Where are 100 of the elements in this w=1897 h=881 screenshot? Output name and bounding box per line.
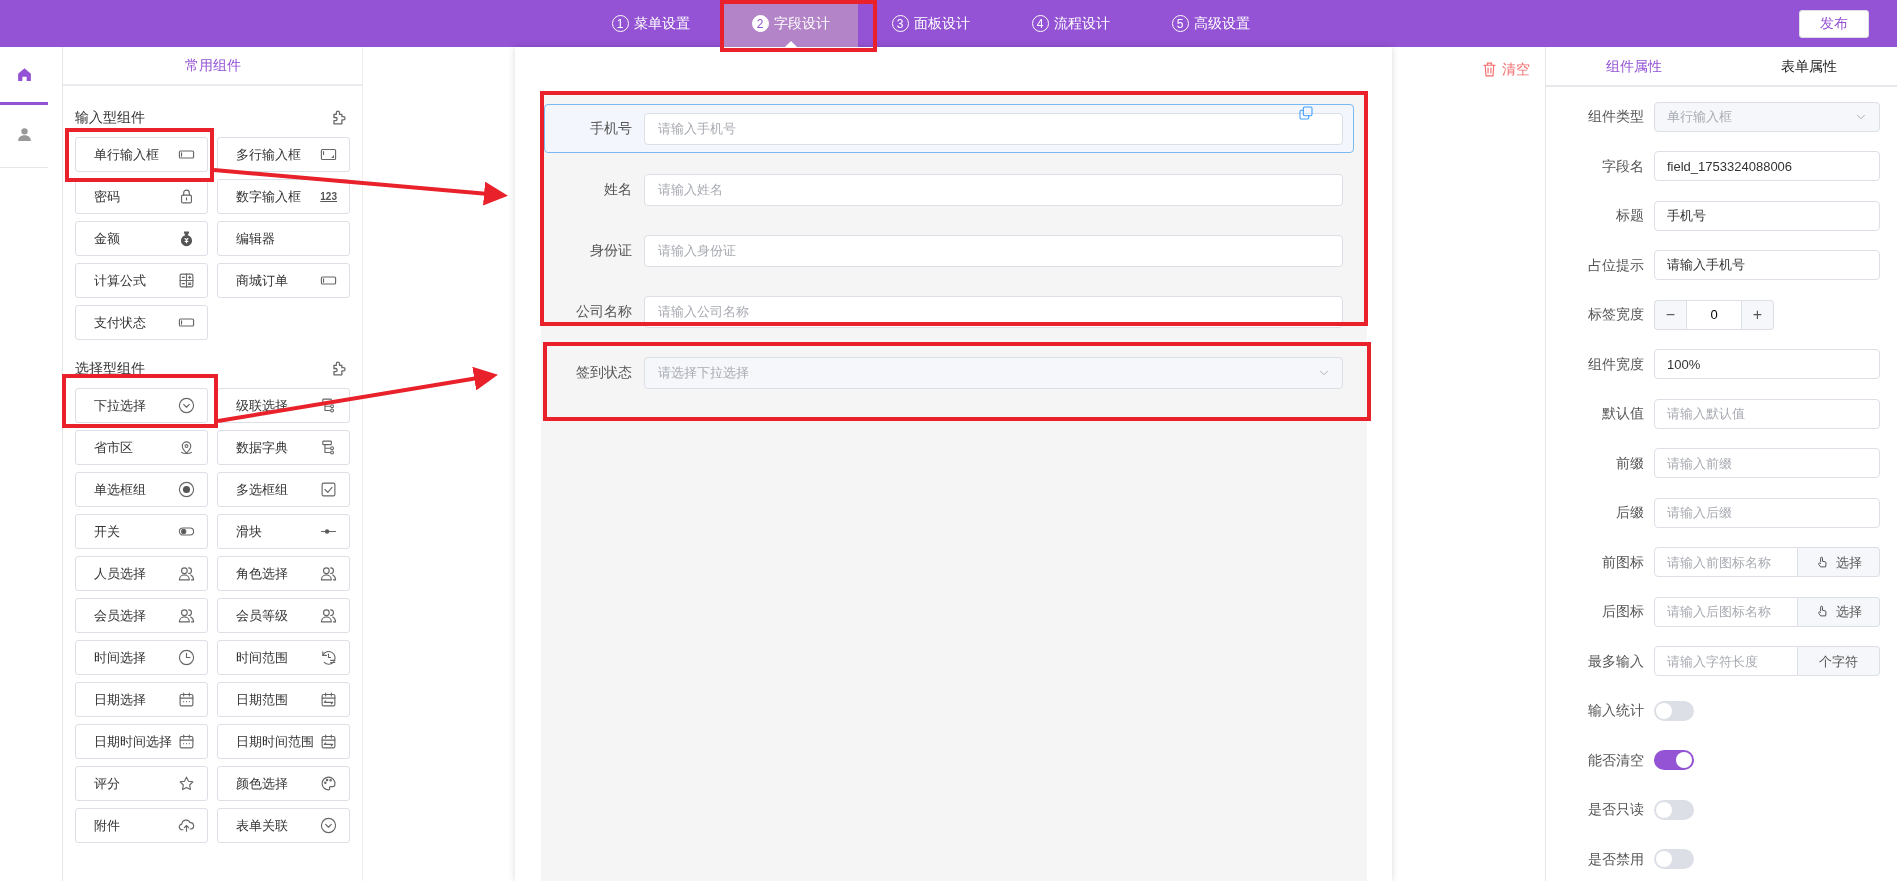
toggle-switch[interactable]	[1654, 750, 1694, 771]
minus-button[interactable]: −	[1654, 299, 1686, 330]
checkbox-icon	[320, 481, 337, 498]
component-item[interactable]: 多行输入框	[217, 137, 350, 172]
panel-title: 常用组件	[63, 47, 362, 86]
property-label: 前缀	[1615, 453, 1644, 473]
component-item[interactable]: 会员等级	[217, 598, 350, 633]
textarea-icon	[320, 146, 337, 163]
panel-tab[interactable]: 表单属性	[1721, 47, 1897, 85]
selected-field-frame[interactable]: 手机号 请输入手机号	[544, 104, 1354, 153]
user-icon	[15, 126, 33, 143]
component-item[interactable]: 日期范围	[217, 682, 350, 717]
input-field[interactable]: field_1753324088006	[1654, 151, 1880, 182]
component-item[interactable]: 数据字典	[217, 430, 350, 465]
input-field[interactable]: 请输入前图标名称	[1654, 547, 1798, 578]
property-label: 输入统计	[1587, 701, 1644, 721]
select-button[interactable]: 选择	[1798, 596, 1880, 627]
radio-icon	[178, 481, 195, 498]
input-field[interactable]: 请输入手机号	[644, 112, 1343, 145]
component-item[interactable]: 时间选择	[75, 640, 208, 675]
property-label: 标题	[1615, 206, 1644, 226]
input-field[interactable]: 请输入前缀	[1654, 448, 1880, 479]
component-item[interactable]: 角色选择	[217, 556, 350, 591]
component-item[interactable]: 单选框组	[75, 472, 208, 507]
component-item[interactable]: 下拉选择	[75, 388, 208, 423]
property-label: 组件类型	[1587, 107, 1644, 127]
money-bag-icon	[178, 230, 195, 247]
plus-button[interactable]: +	[1742, 299, 1774, 330]
input-field[interactable]: 请输入手机号	[1654, 250, 1880, 281]
component-item[interactable]: 单行输入框	[75, 137, 208, 172]
property-label: 默认值	[1601, 404, 1644, 424]
history-icon	[320, 649, 337, 666]
chevron-circle-icon	[178, 397, 195, 414]
input-field[interactable]: 手机号	[1654, 200, 1880, 231]
calendar-icon	[178, 691, 195, 708]
component-item[interactable]: 商城订单	[217, 263, 350, 298]
component-item[interactable]: 省市区	[75, 430, 208, 465]
component-item[interactable]: 计算公式	[75, 263, 208, 298]
property-label: 字段名	[1601, 156, 1644, 176]
field-label: 手机号	[589, 119, 633, 138]
component-item[interactable]: 数字输入框 123	[217, 179, 350, 214]
component-item[interactable]: 支付状态	[75, 305, 208, 340]
publish-button[interactable]: 发布	[1799, 9, 1869, 38]
form-field-row[interactable]: 姓名 请输入姓名	[544, 165, 1354, 214]
input-field[interactable]: 请输入后缀	[1654, 497, 1880, 528]
component-item[interactable]: 人员选择	[75, 556, 208, 591]
input-field[interactable]: 100%	[1654, 349, 1880, 380]
component-item[interactable]: 会员选择	[75, 598, 208, 633]
component-item[interactable]: 时间范围	[217, 640, 350, 675]
palette-icon	[320, 775, 337, 792]
property-label: 后缀	[1615, 503, 1644, 523]
component-item[interactable]: 日期选择	[75, 682, 208, 717]
property-label: 标签宽度	[1587, 305, 1644, 325]
input-field[interactable]: 请输入后图标名称	[1654, 596, 1798, 627]
form-field-row[interactable]: 身份证 请输入身份证	[544, 226, 1354, 275]
property-label: 是否禁用	[1587, 849, 1644, 869]
component-item[interactable]: 开关	[75, 514, 208, 549]
component-item[interactable]: 颜色选择	[217, 766, 350, 801]
field-label: 姓名	[603, 180, 633, 199]
field-label: 公司名称	[575, 302, 633, 321]
group-heading: 输入型组件	[75, 107, 145, 127]
tree-icon	[320, 397, 337, 414]
copy-icon	[1298, 105, 1314, 121]
component-item[interactable]: 日期时间范围	[217, 724, 350, 759]
toggle-switch[interactable]	[1654, 799, 1694, 820]
input-field[interactable]: 请输入默认值	[1654, 398, 1880, 429]
component-item[interactable]: 评分	[75, 766, 208, 801]
field-label: 身份证	[589, 241, 633, 260]
step-tab[interactable]: 4 流程设计	[1003, 0, 1138, 47]
calendar-icon	[320, 733, 337, 750]
input-field[interactable]: 请输入字符长度	[1654, 646, 1798, 677]
select-button[interactable]: 选择	[1798, 547, 1880, 578]
step-tab[interactable]: 3 面板设计	[863, 0, 998, 47]
step-tab[interactable]: 5 高级设置	[1143, 0, 1278, 47]
property-label: 前图标	[1601, 552, 1644, 572]
input-field[interactable]: 请输入姓名	[644, 173, 1343, 206]
component-item[interactable]: 编辑器	[217, 221, 350, 256]
property-label: 能否清空	[1587, 750, 1644, 770]
toggle-switch[interactable]	[1654, 700, 1694, 721]
calendar-icon	[178, 733, 195, 750]
component-item[interactable]: 滑块	[217, 514, 350, 549]
number-field[interactable]: 0	[1686, 299, 1742, 330]
toggle-switch[interactable]	[1654, 849, 1694, 870]
property-label: 占位提示	[1587, 255, 1644, 275]
component-item[interactable]: 金额	[75, 221, 208, 256]
number-icon: 123	[320, 189, 337, 204]
property-label: 最多输入	[1587, 651, 1644, 671]
panel-tab[interactable]: 组件属性	[1546, 47, 1722, 85]
component-item[interactable]: 日期时间选择	[75, 724, 208, 759]
step-tab[interactable]: 1 菜单设置	[583, 0, 718, 47]
users-icon	[320, 565, 337, 582]
calendar-icon	[320, 691, 337, 708]
property-label: 是否只读	[1587, 800, 1644, 820]
component-item[interactable]: 附件	[75, 808, 208, 843]
home-icon	[15, 66, 33, 83]
component-item[interactable]: 多选框组	[217, 472, 350, 507]
users-icon	[178, 607, 195, 624]
component-item[interactable]: 表单关联	[217, 808, 350, 843]
input-field[interactable]: 请输入身份证	[644, 234, 1343, 267]
lock-icon	[178, 188, 195, 205]
